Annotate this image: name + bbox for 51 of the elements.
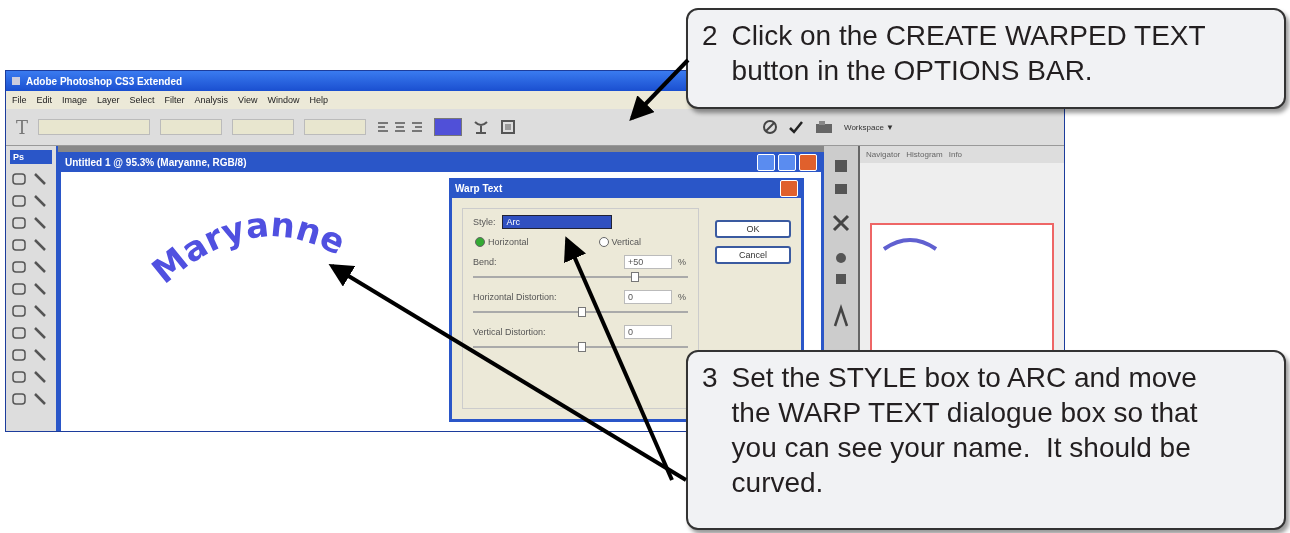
menu-item[interactable]: Edit [36, 95, 53, 105]
menu-item[interactable]: Image [62, 95, 88, 105]
menu-item[interactable]: View [238, 95, 258, 105]
dialog-button[interactable]: OK [715, 220, 791, 238]
unit-label: % [678, 292, 687, 302]
minimize-button[interactable] [757, 153, 775, 171]
window-title: Adobe Photoshop CS3 Extended [26, 75, 183, 87]
menu-item[interactable]: Filter [164, 95, 185, 105]
menu-item[interactable]: File [12, 95, 27, 105]
commit-check-icon[interactable] [788, 119, 804, 135]
dialog-title: Warp Text [455, 182, 503, 194]
slider-thumb[interactable] [631, 272, 640, 282]
step-number: 2 [702, 19, 718, 53]
maximize-button[interactable] [778, 153, 796, 171]
style-label: Style: [473, 217, 496, 227]
slider-label: Bend: [473, 257, 497, 267]
value-field[interactable]: 0 [624, 325, 672, 339]
menu-item[interactable]: Help [309, 95, 328, 105]
slider-thumb[interactable] [577, 342, 586, 352]
step-number: 3 [702, 361, 718, 395]
workspace-menu[interactable]: Workspace ▼ [844, 122, 894, 132]
style-dropdown[interactable]: Arc [501, 215, 612, 229]
align-buttons-icon[interactable] [376, 119, 424, 135]
ps-logo[interactable]: Ps [10, 150, 52, 164]
menu-item[interactable]: Window [267, 95, 300, 105]
close-button[interactable] [780, 179, 798, 197]
menu-item[interactable]: Analysis [194, 95, 229, 105]
cancel-icon[interactable] [762, 119, 778, 135]
app-icon [12, 77, 20, 85]
document-title: Untitled 1 @ 95.3% (Maryanne, RGB/8) [65, 156, 247, 168]
text-color-swatch[interactable] [434, 118, 462, 136]
slider-label: Vertical Distortion: [473, 327, 546, 337]
close-button[interactable] [799, 153, 817, 171]
orientation-radio[interactable]: Horizontal [475, 237, 529, 247]
panel-tab[interactable]: Histogram [906, 150, 943, 159]
menu-item[interactable]: Select [129, 95, 155, 105]
menu-item[interactable]: Layer [97, 95, 120, 105]
dialog-button[interactable]: Cancel [715, 246, 791, 264]
value-field[interactable]: +50 [624, 255, 672, 269]
panel-tab[interactable]: Info [948, 150, 963, 159]
instruction-text: Click on the CREATE WARPED TEXT button in the OPTIONS BAR. [731, 19, 1207, 88]
panel-tab[interactable]: Navigator [866, 150, 901, 159]
orientation-radio[interactable]: Vertical [598, 237, 642, 247]
panels-icon[interactable] [500, 119, 516, 135]
unit-label: % [678, 257, 687, 267]
value-field[interactable]: 0 [624, 290, 672, 304]
warp-text-icon[interactable] [472, 118, 490, 136]
slider-thumb[interactable] [577, 307, 586, 317]
slider-label: Horizontal Distortion: [473, 292, 557, 302]
instruction-text: Set the STYLE box to ARC and move the WARP TEXT dialogue box so that you can see your name. It should be curved. [731, 361, 1199, 500]
arrow [629, 58, 690, 121]
